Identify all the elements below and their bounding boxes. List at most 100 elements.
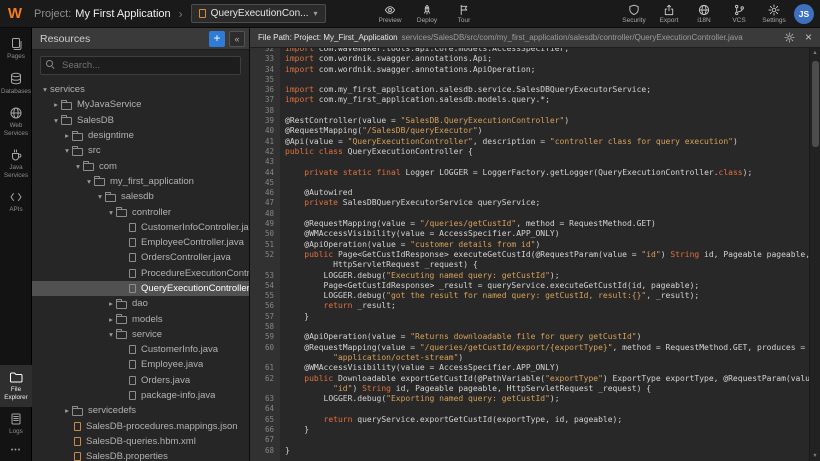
code-line[interactable]: 62 public Downloadable exportGetCustId(@…	[250, 374, 809, 384]
chevron-down-icon[interactable]: ▾	[106, 330, 116, 339]
rail-item-more[interactable]: •••	[0, 442, 32, 461]
chevron-right-icon[interactable]: ▸	[106, 299, 116, 308]
collapse-panel-button[interactable]: «	[229, 31, 245, 47]
code-line[interactable]: 43	[250, 157, 809, 167]
code-line[interactable]: 57 }	[250, 312, 809, 322]
rail-item-file-explorer[interactable]: File Explorer	[0, 365, 32, 407]
tree-item[interactable]: QueryExecutionController.java	[32, 281, 249, 296]
close-file-button[interactable]: ×	[805, 32, 812, 43]
code-line[interactable]: 60 @RequestMapping(value = "/queries/get…	[250, 343, 809, 353]
tree-item[interactable]: package-info.java	[32, 388, 249, 403]
chevron-down-icon[interactable]: ▾	[62, 146, 72, 155]
code-line[interactable]: 47 private SalesDBQueryExecutorService q…	[250, 198, 809, 208]
tree-item[interactable]: EmployeeController.java	[32, 235, 249, 250]
chevron-down-icon[interactable]: ▾	[106, 208, 116, 217]
code-line[interactable]: 36import com.my_first_application.salesd…	[250, 85, 809, 95]
tree-item[interactable]: ProcedureExecutionController.java	[32, 266, 249, 281]
tree-item[interactable]: ▾SalesDB	[32, 113, 249, 128]
rail-item-java-services[interactable]: Java Services	[0, 143, 32, 185]
code-line[interactable]: 63 LOGGER.debug("Exporting named query: …	[250, 394, 809, 404]
rail-item-logs[interactable]: Logs	[0, 407, 32, 442]
code-line[interactable]: 56 return _result;	[250, 301, 809, 311]
rail-item-apis[interactable]: APIs	[0, 185, 32, 220]
code-line[interactable]: 42public class QueryExecutionController …	[250, 147, 809, 157]
code-line[interactable]: 49 @RequestMapping(value = "/queries/get…	[250, 219, 809, 229]
tree-item[interactable]: Employee.java	[32, 357, 249, 372]
search-input[interactable]	[40, 56, 241, 75]
tree-item[interactable]: OrdersController.java	[32, 250, 249, 265]
chevron-down-icon[interactable]: ▾	[73, 162, 83, 171]
tree-item[interactable]: SalesDB-queries.hbm.xml	[32, 434, 249, 449]
code-line[interactable]: 61 @WMAccessVisibility(value = AccessSpe…	[250, 363, 809, 373]
code-area[interactable]: 32import com.wavemaker.tools.api.core.mo…	[250, 48, 809, 461]
code-line[interactable]: "application/octet-stream")	[250, 353, 809, 363]
vcs-button[interactable]: VCS	[727, 0, 751, 28]
tree-item[interactable]: ▸models	[32, 311, 249, 326]
tree-item[interactable]: ▾my_first_application	[32, 174, 249, 189]
code-line[interactable]: 66 }	[250, 425, 809, 435]
tree-item[interactable]: Orders.java	[32, 373, 249, 388]
tree-item[interactable]: SalesDB-procedures.mappings.json	[32, 419, 249, 434]
project-name[interactable]: My First Application	[75, 8, 170, 20]
tree-item[interactable]: ▾salesdb	[32, 189, 249, 204]
tree-item[interactable]: ▾src	[32, 143, 249, 158]
open-file-dropdown[interactable]: QueryExecutionCon... ▾	[191, 4, 326, 23]
tree-item[interactable]: ▸MyJavaService	[32, 97, 249, 112]
code-line[interactable]: 51 @ApiOperation(value = "customer detai…	[250, 240, 809, 250]
tree-item[interactable]: ▾services	[32, 82, 249, 97]
deploy-button[interactable]: Deploy	[415, 0, 439, 28]
user-avatar[interactable]: JS	[794, 4, 814, 24]
code-line[interactable]: 37import com.my_first_application.salesd…	[250, 95, 809, 105]
tree-item[interactable]: CustomerInfoController.java	[32, 220, 249, 235]
tree-item[interactable]: ▸servicedefs	[32, 403, 249, 418]
chevron-down-icon[interactable]: ▾	[40, 85, 50, 94]
code-line[interactable]: 52 public Page<GetCustIdResponse> execut…	[250, 250, 809, 260]
tree-item[interactable]: ▾service	[32, 327, 249, 342]
code-line[interactable]: 68}	[250, 446, 809, 456]
chevron-right-icon[interactable]: ▸	[62, 131, 72, 140]
code-line[interactable]: 58	[250, 322, 809, 332]
tree-item[interactable]: CustomerInfo.java	[32, 342, 249, 357]
chevron-right-icon[interactable]: ▸	[62, 406, 72, 415]
code-line[interactable]: 38	[250, 106, 809, 116]
add-resource-button[interactable]: +	[209, 31, 225, 47]
settings-button[interactable]: Settings	[762, 0, 786, 28]
preview-button[interactable]: Preview	[378, 0, 402, 28]
tree-item[interactable]: ▸dao	[32, 296, 249, 311]
export-button[interactable]: Export	[657, 0, 681, 28]
tree-item[interactable]: ▾com	[32, 158, 249, 173]
code-line[interactable]: 41@Api(value = "QueryExecutionController…	[250, 137, 809, 147]
code-line[interactable]: 39@RestController(value = "SalesDB.Query…	[250, 116, 809, 126]
chevron-right-icon[interactable]: ▸	[51, 100, 61, 109]
rail-item-databases[interactable]: Databases	[0, 67, 32, 102]
code-line[interactable]: 46 @Autowired	[250, 188, 809, 198]
file-settings-button[interactable]	[784, 32, 795, 43]
i18n-button[interactable]: i18N	[692, 0, 716, 28]
scroll-up-arrow[interactable]: ▲	[810, 48, 820, 58]
code-line[interactable]: 65 return queryService.exportGetCustId(e…	[250, 415, 809, 425]
code-line[interactable]: 55 LOGGER.debug("got the result for name…	[250, 291, 809, 301]
scroll-down-arrow[interactable]: ▼	[810, 451, 820, 461]
code-line[interactable]: HttpServletRequest _request) {	[250, 260, 809, 270]
code-line[interactable]: 44 private static final Logger LOGGER = …	[250, 168, 809, 178]
code-line[interactable]: 34import com.wordnik.swagger.annotations…	[250, 65, 809, 75]
code-line[interactable]: 54 Page<GetCustIdResponse> _result = que…	[250, 281, 809, 291]
tree-item[interactable]: SalesDB.properties	[32, 449, 249, 461]
code-line[interactable]: 53 LOGGER.debug("Executing named query: …	[250, 271, 809, 281]
code-line[interactable]: 59 @ApiOperation(value = "Returns downlo…	[250, 332, 809, 342]
rail-item-web-services[interactable]: Web Services	[0, 101, 32, 143]
app-logo-icon[interactable]: W	[0, 0, 30, 28]
code-line[interactable]: 35	[250, 75, 809, 85]
chevron-right-icon[interactable]: ▸	[106, 315, 116, 324]
chevron-down-icon[interactable]: ▾	[84, 177, 94, 186]
code-line[interactable]: 33import com.wordnik.swagger.annotations…	[250, 54, 809, 64]
code-line[interactable]: 67	[250, 435, 809, 445]
chevron-down-icon[interactable]: ▾	[51, 116, 61, 125]
code-line[interactable]: 64	[250, 404, 809, 414]
code-line[interactable]: 40@RequestMapping("/SalesDB/queryExecuto…	[250, 126, 809, 136]
code-line[interactable]: 48	[250, 209, 809, 219]
security-button[interactable]: Security	[622, 0, 646, 28]
tree-item[interactable]: ▾controller	[32, 204, 249, 219]
scrollbar-thumb[interactable]	[812, 61, 819, 147]
chevron-down-icon[interactable]: ▾	[95, 192, 105, 201]
